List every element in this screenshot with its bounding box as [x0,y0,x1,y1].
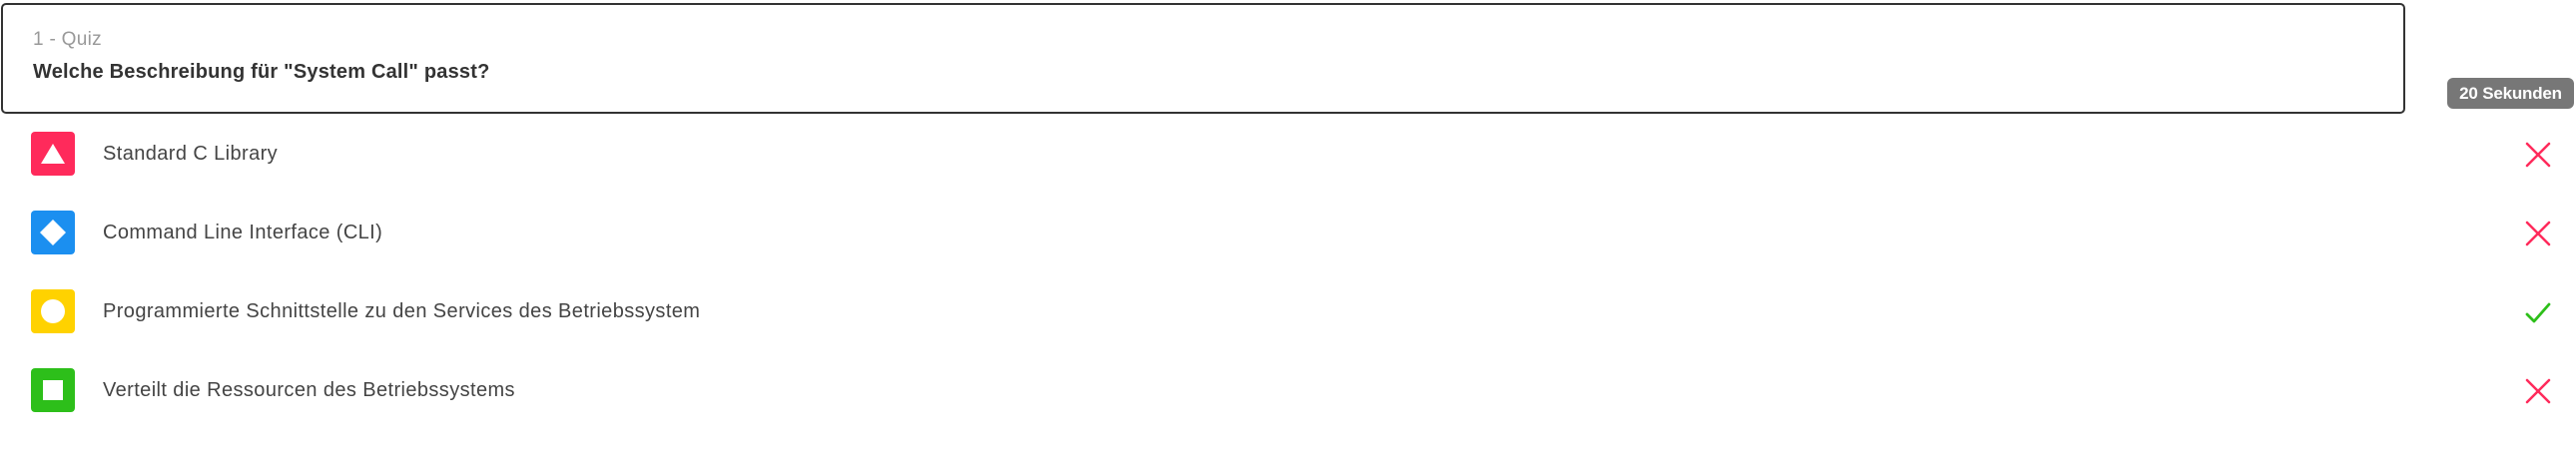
answer-shape-box [31,132,75,176]
incorrect-cross-icon [2524,220,2552,247]
answer-option-3: Programmierte Schnittstelle zu den Servi… [0,287,2576,337]
answer-shape-box [31,368,75,412]
time-limit-badge: 20 Sekunden [2447,78,2574,109]
answer-shape-box [31,211,75,254]
square-icon [43,380,63,400]
question-card: 1 - Quiz Welche Beschreibung für "System… [1,3,2405,114]
answer-label: Programmierte Schnittstelle zu den Servi… [103,300,701,322]
question-text: Welche Beschreibung für "System Call" pa… [33,61,490,83]
question-number: 1 - Quiz [33,29,102,50]
answer-option-4: Verteilt die Ressourcen des Betriebssyst… [0,366,2576,416]
triangle-icon [41,144,65,164]
answer-option-1: Standard C Library [0,130,2576,180]
answer-label: Command Line Interface (CLI) [103,222,383,243]
diamond-icon [40,220,66,245]
quiz-result-view: 1 - Quiz Welche Beschreibung für "System… [0,0,2576,464]
answer-shape-box [31,289,75,333]
incorrect-cross-icon [2524,141,2552,169]
incorrect-cross-icon [2524,377,2552,405]
correct-check-icon [2524,298,2552,326]
answer-option-2: Command Line Interface (CLI) [0,209,2576,258]
answer-label: Verteilt die Ressourcen des Betriebssyst… [103,379,515,401]
circle-icon [41,299,65,323]
answer-label: Standard C Library [103,143,279,165]
